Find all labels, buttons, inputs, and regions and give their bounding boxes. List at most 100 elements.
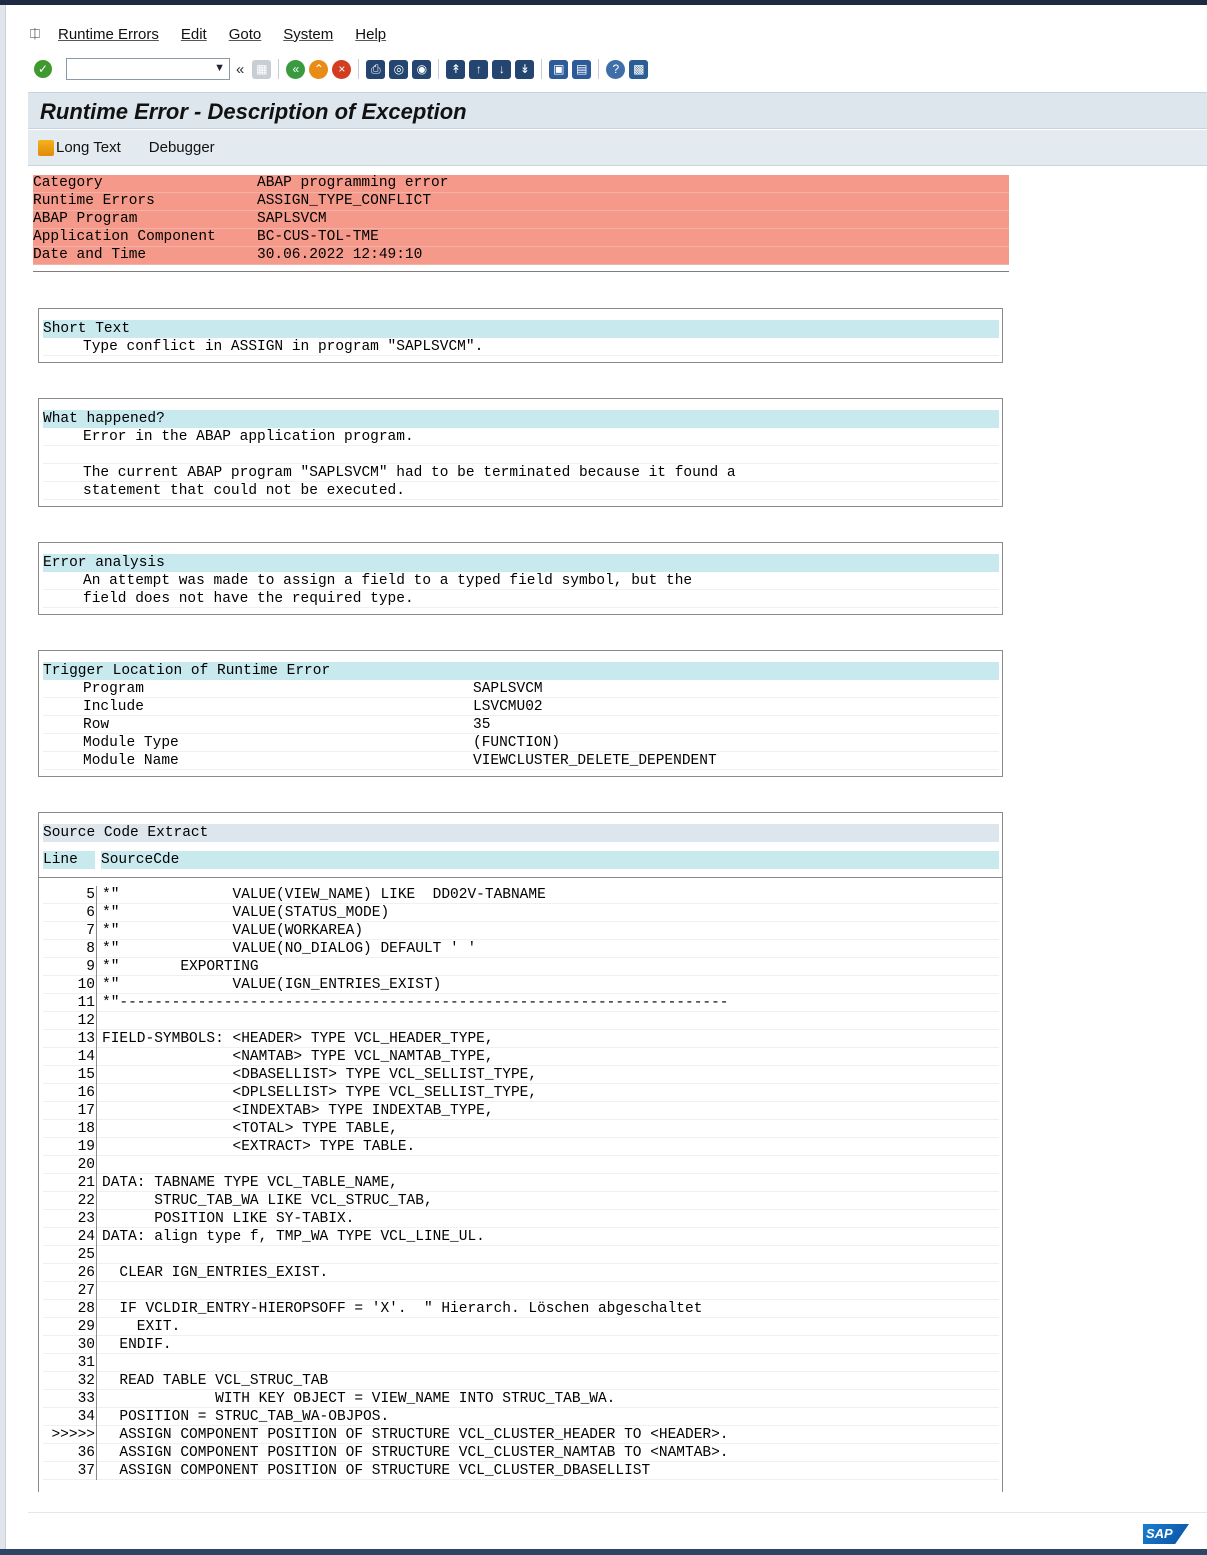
header-row: Runtime Errors ASSIGN_TYPE_CONFLICT bbox=[33, 193, 1009, 211]
previous-page-icon[interactable]: ↑ bbox=[469, 59, 489, 79]
trigger-label: Row bbox=[83, 717, 110, 733]
customize-icon[interactable]: ▩ bbox=[629, 59, 649, 79]
line-number: 37 bbox=[77, 1463, 95, 1479]
trigger-value: (FUNCTION) bbox=[473, 735, 561, 751]
source-line: STRUC_TAB_WA LIKE VCL_STRUC_TAB, bbox=[102, 1193, 433, 1209]
long-text-icon bbox=[38, 139, 54, 156]
print-icon[interactable]: ⎙ bbox=[366, 59, 386, 79]
command-field[interactable]: ▼ bbox=[66, 58, 230, 80]
trigger-label: Program bbox=[83, 681, 144, 697]
toolbar-separator bbox=[438, 59, 440, 79]
trigger-label: Module Type bbox=[83, 735, 179, 751]
source-row: 14 <NAMTAB> TYPE VCL_NAMTAB_TYPE, bbox=[43, 1048, 999, 1066]
source-row: 37 ASSIGN COMPONENT POSITION OF STRUCTUR… bbox=[43, 1462, 999, 1480]
line-number: 8 bbox=[86, 941, 95, 957]
source-line: *" VALUE(VIEW_NAME) LIKE DD02V-TABNAME bbox=[102, 887, 546, 903]
source-row: 8 *" VALUE(NO_DIALOG) DEFAULT ' ' bbox=[43, 940, 999, 958]
source-line: READ TABLE VCL_STRUC_TAB bbox=[102, 1373, 329, 1389]
trigger-label: Module Name bbox=[83, 753, 179, 769]
save-icon[interactable]: ▦ bbox=[252, 59, 272, 79]
collapse-icon[interactable]: « bbox=[236, 61, 244, 78]
column-line-header: Line bbox=[43, 851, 95, 869]
application-toolbar: Long Text Debugger bbox=[28, 130, 1207, 166]
menu-edit[interactable]: Edit bbox=[181, 26, 207, 43]
title-bar: Runtime Error - Description of Exception bbox=[28, 92, 1207, 129]
find-icon[interactable]: ◎ bbox=[389, 59, 409, 79]
window-bottom-border bbox=[0, 1549, 1207, 1555]
line-number: 10 bbox=[77, 977, 95, 993]
line-number: 18 bbox=[77, 1121, 95, 1137]
ok-icon[interactable]: ✓ bbox=[34, 60, 52, 78]
error-analysis-body: An attempt was made to assign a field to… bbox=[39, 572, 1002, 608]
first-page-icon[interactable]: ↟ bbox=[446, 59, 466, 79]
text-line bbox=[43, 446, 999, 464]
line-number: 6 bbox=[86, 905, 95, 921]
error-analysis-heading: Error analysis bbox=[43, 554, 999, 572]
menu-runtime-errors[interactable]: Runtime Errors bbox=[58, 26, 159, 43]
shortcut-icon[interactable]: ▤ bbox=[572, 59, 592, 79]
source-row: 20 bbox=[43, 1156, 999, 1174]
menu-goto[interactable]: Goto bbox=[229, 26, 262, 43]
debugger-button[interactable]: Debugger bbox=[149, 139, 215, 156]
trigger-row: Row 35 bbox=[43, 716, 999, 734]
chevron-down-icon[interactable]: ▼ bbox=[214, 62, 225, 74]
source-code-section: Source Code Extract Line SourceCde 5 *" V… bbox=[38, 812, 1003, 1492]
source-row: 29 EXIT. bbox=[43, 1318, 999, 1336]
source-line: *" VALUE(NO_DIALOG) DEFAULT ' ' bbox=[102, 941, 477, 957]
window-left-border bbox=[0, 5, 6, 1550]
source-line: DATA: align type f, TMP_WA TYPE VCL_LINE… bbox=[102, 1229, 485, 1245]
text-line: An attempt was made to assign a field to… bbox=[43, 572, 999, 590]
source-row: >>>>> ASSIGN COMPONENT POSITION OF STRUC… bbox=[43, 1426, 999, 1444]
trigger-value: VIEWCLUSTER_DELETE_DEPENDENT bbox=[473, 753, 717, 769]
cancel-icon[interactable]: × bbox=[332, 59, 352, 79]
source-row: 18 <TOTAL> TYPE TABLE, bbox=[43, 1120, 999, 1138]
source-row: 13 FIELD-SYMBOLS: <HEADER> TYPE VCL_HEADE… bbox=[43, 1030, 999, 1048]
toolbar-separator bbox=[278, 59, 280, 79]
line-number: 19 bbox=[77, 1139, 95, 1155]
source-code-body: 5 *" VALUE(VIEW_NAME) LIKE DD02V-TABNAME 6… bbox=[43, 886, 999, 1480]
menu-exit-icon[interactable]: ⎅ bbox=[26, 26, 44, 41]
source-row: 30 ENDIF. bbox=[43, 1336, 999, 1354]
line-number: 25 bbox=[77, 1247, 95, 1263]
next-page-icon[interactable]: ↓ bbox=[492, 59, 512, 79]
source-line: *" VALUE(STATUS_MODE) bbox=[102, 905, 390, 921]
source-line: <EXTRACT> TYPE TABLE. bbox=[102, 1139, 416, 1155]
header-row: Category ABAP programming error bbox=[33, 175, 1009, 193]
trigger-value: 35 bbox=[473, 717, 491, 733]
source-row: 6 *" VALUE(STATUS_MODE) bbox=[43, 904, 999, 922]
exit-icon[interactable]: ⌃ bbox=[309, 59, 329, 79]
header-value: 30.06.2022 12:49:10 bbox=[257, 247, 423, 263]
source-line: DATA: TABNAME TYPE VCL_TABLE_NAME, bbox=[102, 1175, 398, 1191]
source-line: <TOTAL> TYPE TABLE, bbox=[102, 1121, 398, 1137]
source-line: *" VALUE(WORKAREA) bbox=[102, 923, 364, 939]
source-row: 5 *" VALUE(VIEW_NAME) LIKE DD02V-TABNAME bbox=[43, 886, 999, 904]
header-row: Date and Time 30.06.2022 12:49:10 bbox=[33, 247, 1009, 265]
create-session-icon[interactable]: ▣ bbox=[549, 59, 569, 79]
back-icon[interactable]: « bbox=[286, 59, 306, 79]
line-number: 28 bbox=[77, 1301, 95, 1317]
text-line: The current ABAP program "SAPLSVCM" had … bbox=[43, 464, 999, 482]
find-next-icon[interactable]: ◉ bbox=[412, 59, 432, 79]
header-divider bbox=[33, 271, 1009, 272]
source-line: CLEAR IGN_ENTRIES_EXIST. bbox=[102, 1265, 329, 1281]
long-text-button[interactable]: Long Text bbox=[38, 139, 121, 156]
line-number: 11 bbox=[77, 995, 95, 1011]
menu-help[interactable]: Help bbox=[355, 26, 386, 43]
help-icon[interactable]: ? bbox=[606, 59, 626, 79]
line-number: 17 bbox=[77, 1103, 95, 1119]
trigger-location-section: Trigger Location of Runtime Error Progra… bbox=[38, 650, 1003, 777]
line-number: 30 bbox=[77, 1337, 95, 1353]
line-number: 13 bbox=[77, 1031, 95, 1047]
source-row: 36 ASSIGN COMPONENT POSITION OF STRUCTUR… bbox=[43, 1444, 999, 1462]
line-number: 36 bbox=[77, 1445, 95, 1461]
source-row: 33 WITH KEY OBJECT = VIEW_NAME INTO STRU… bbox=[43, 1390, 999, 1408]
line-number: 31 bbox=[77, 1355, 95, 1371]
source-row: 12 bbox=[43, 1012, 999, 1030]
line-number: 26 bbox=[77, 1265, 95, 1281]
line-number: 32 bbox=[77, 1373, 95, 1389]
last-page-icon[interactable]: ↡ bbox=[515, 59, 535, 79]
menu-system[interactable]: System bbox=[283, 26, 333, 43]
window-top-border bbox=[0, 0, 1207, 5]
header-label: Application Component bbox=[33, 229, 216, 245]
line-number: 27 bbox=[77, 1283, 95, 1299]
